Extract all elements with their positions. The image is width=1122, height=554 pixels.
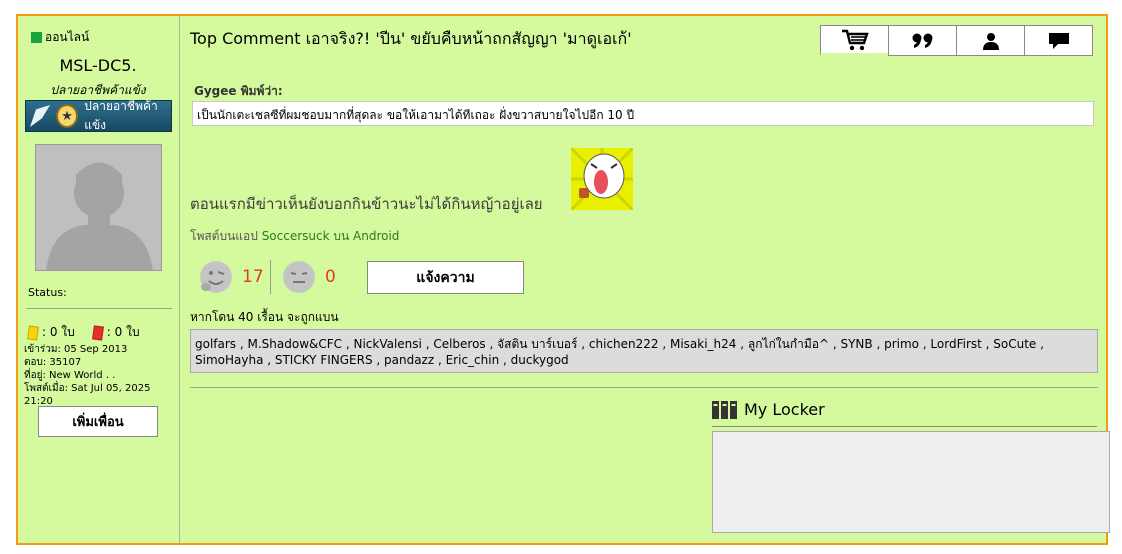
comment-icon	[1048, 32, 1069, 49]
locker-heading: My Locker	[712, 400, 825, 419]
location: ที่อยู่: New World . .	[24, 370, 116, 381]
posted-via: โพสต์บนแอป Soccersuck บน Android	[190, 227, 399, 246]
joined-date: เข้าร่วม: 05 Sep 2013	[24, 344, 128, 355]
sticker-icon	[571, 148, 633, 210]
locker-panel	[712, 431, 1110, 533]
avatar[interactable]	[35, 144, 162, 271]
comment-button[interactable]	[1024, 25, 1093, 56]
like-count: 17	[242, 267, 264, 287]
yellow-card-count: : 0 ใบ	[42, 325, 75, 339]
cart-button[interactable]	[820, 25, 889, 56]
divider	[190, 387, 1098, 388]
locker-title: My Locker	[744, 400, 825, 419]
like-icon[interactable]	[200, 261, 232, 293]
reaction-bar: 17 0	[200, 260, 351, 294]
dislike-face-icon	[284, 262, 314, 292]
report-button[interactable]: แจ้งความ	[367, 261, 524, 294]
answer-count: ตอบ: 35107	[24, 357, 82, 368]
posted-time: โพสต์เมื่อ: Sat Jul 05, 2025 21:20	[24, 383, 151, 407]
quote-text: เป็นนักเตะเชลซีที่ผมชอบมากที่สุดละ ขอให้…	[192, 101, 1094, 126]
divider	[26, 308, 172, 309]
status-label: Status:	[28, 286, 67, 299]
wing-icon	[30, 105, 51, 127]
user-icon	[982, 32, 999, 50]
user-sidebar: ออนไลน์ MSL-DC5. ปลายอาชีพค้าแข้ง ★ ปลาย…	[18, 16, 180, 543]
default-avatar-icon	[36, 145, 161, 270]
online-indicator-icon	[31, 32, 42, 43]
cards-summary: : 0 ใบ : 0 ใบ	[27, 323, 140, 342]
app-prefix: โพสต์บนแอป	[190, 229, 258, 243]
locker-icon	[712, 400, 737, 419]
star-badge-icon: ★	[56, 104, 79, 128]
post-container: ออนไลน์ MSL-DC5. ปลายอาชีพค้าแข้ง ★ ปลาย…	[16, 14, 1110, 545]
online-status: ออนไลน์	[31, 28, 89, 47]
post-title[interactable]: Top Comment เอาจริง?! 'ปีน' ขยับคืบหน้าถ…	[190, 27, 632, 52]
divider	[712, 426, 1097, 427]
dislike-icon[interactable]	[283, 261, 315, 293]
profile-button[interactable]	[956, 25, 1025, 56]
red-card-count: : 0 ใบ	[106, 325, 140, 339]
post-toolbar	[820, 25, 1093, 56]
user-meta: เข้าร่วม: 05 Sep 2013 ตอบ: 35107 ที่อยู่…	[24, 343, 179, 408]
username[interactable]: MSL-DC5.	[18, 56, 178, 75]
dislike-count: 0	[325, 267, 336, 287]
voter-list: golfars , M.Shadow&CFC , NickValensi , C…	[190, 329, 1098, 373]
divider	[270, 260, 271, 294]
quote-button[interactable]	[888, 25, 957, 56]
red-card-icon	[91, 324, 104, 341]
like-face-icon	[201, 262, 231, 292]
online-label: ออนไลน์	[45, 30, 90, 44]
quote-author: Gygee พิมพ์ว่า:	[194, 84, 283, 98]
post-content: Top Comment เอาจริง?! 'ปีน' ขยับคืบหน้าถ…	[181, 16, 1110, 543]
cart-icon	[841, 29, 869, 50]
ban-note: หากโดน 40 เรื้อน จะถูกแบน	[190, 310, 339, 324]
rank-badge: ★ ปลายอาชีพค้าแข้ง	[25, 99, 172, 132]
quote-icon	[912, 33, 932, 48]
yellow-card-icon	[27, 324, 39, 341]
add-friend-button[interactable]: เพิ่มเพื่อน	[38, 406, 158, 437]
comment-body: ตอนแรกมีข่าวเห็นยังบอกกินข้าวนะไม่ได้กิน…	[190, 195, 543, 213]
sticker-image	[571, 148, 633, 210]
app-link[interactable]: Soccersuck บน Android	[262, 229, 400, 243]
rank-badge-label: ปลายอาชีพค้าแข้ง	[84, 99, 158, 132]
